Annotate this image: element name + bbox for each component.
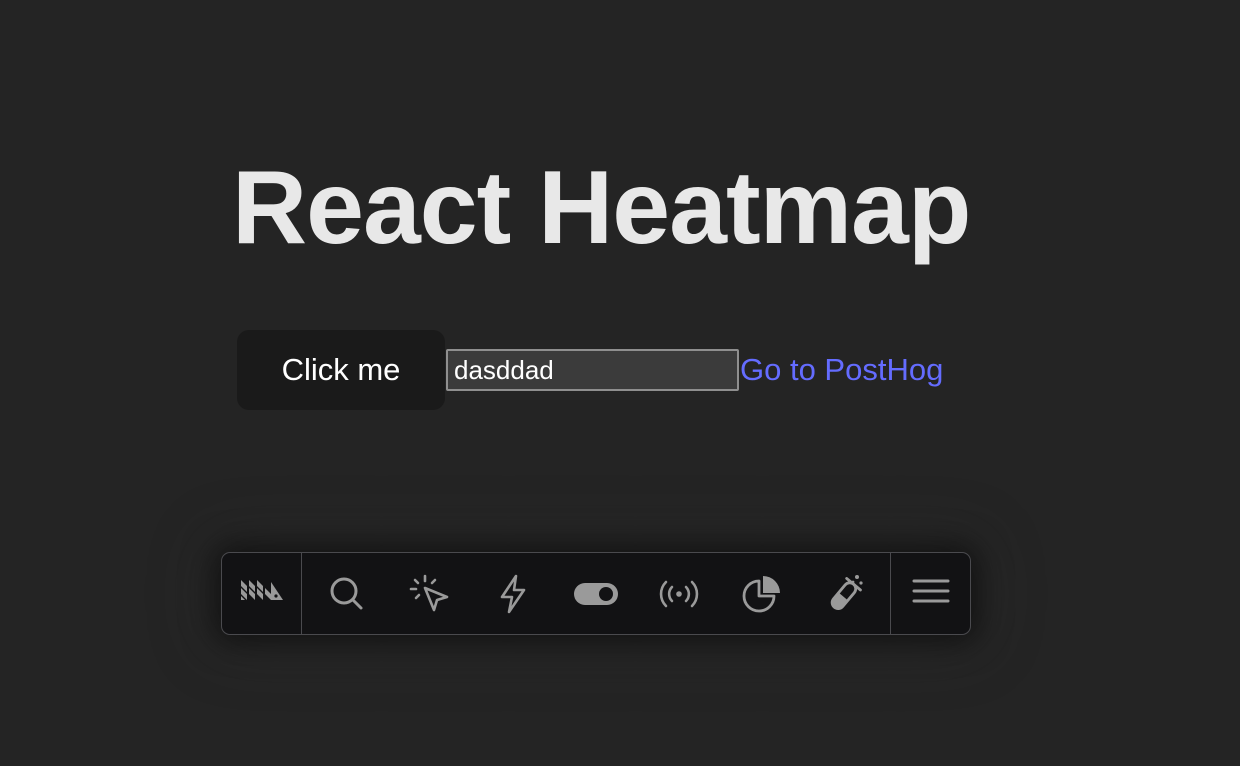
posthog-toolbar: [221, 552, 971, 635]
toggle-icon: [573, 581, 619, 607]
toolbar-experiments-button[interactable]: [814, 564, 874, 624]
search-icon: [327, 574, 367, 614]
toolbar-tools: [302, 553, 890, 634]
controls-row: Click me Go to PostHog: [237, 330, 943, 410]
text-input[interactable]: [446, 349, 739, 391]
toolbar-menu-button[interactable]: [890, 553, 970, 634]
toolbar-logo-button[interactable]: [222, 553, 302, 634]
pointer-click-icon: [408, 572, 452, 616]
lightning-icon: [495, 574, 531, 614]
toolbar-web-analytics-button[interactable]: [732, 564, 792, 624]
posthog-logo-icon: [240, 580, 284, 607]
toolbar-feature-flags-button[interactable]: [566, 564, 626, 624]
toolbar-actions-button[interactable]: [483, 564, 543, 624]
page: React Heatmap Click me Go to PostHog: [0, 0, 1240, 766]
pie-chart-icon: [740, 572, 784, 616]
click-me-button[interactable]: Click me: [237, 330, 445, 410]
posthog-link[interactable]: Go to PostHog: [740, 352, 943, 388]
toolbar-inspect-button[interactable]: [400, 564, 460, 624]
hamburger-menu-icon: [912, 578, 950, 609]
toolbar-search-button[interactable]: [317, 564, 377, 624]
toolbar-events-button[interactable]: [649, 564, 709, 624]
broadcast-icon: [657, 578, 701, 610]
flask-icon: [822, 572, 866, 616]
page-title: React Heatmap: [232, 150, 971, 266]
